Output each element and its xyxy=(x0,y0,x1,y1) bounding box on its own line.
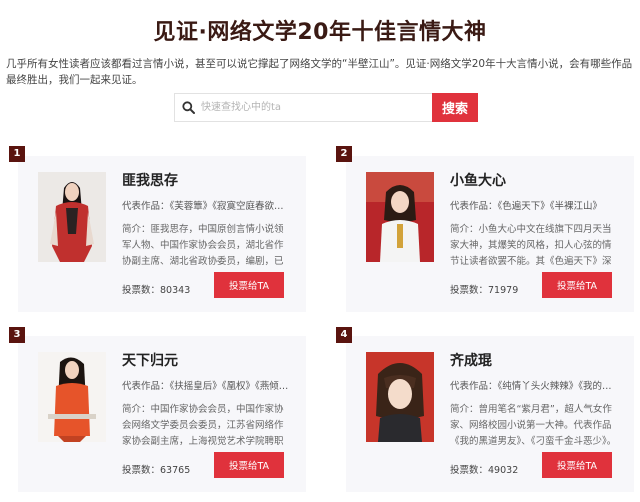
search-button[interactable]: 搜索 xyxy=(432,93,478,122)
author-works: 代表作品：《纯情丫头火辣辣》《我的黑道男友》 xyxy=(450,381,620,392)
rank-badge: 3 xyxy=(9,327,25,343)
author-card: 小鱼大心 代表作品：《色遍天下》《半裸江山》 简介：小鱼大心中文在线旗下四月天当… xyxy=(346,156,634,312)
search-bar: 搜索 xyxy=(174,93,478,122)
vote-button[interactable]: 投票给TA xyxy=(542,272,612,298)
avatar xyxy=(38,352,106,442)
page-intro: 几乎所有女性读者应该都看过言情小说，甚至可以说它撑起了网络文学的“半壁江山”。见… xyxy=(6,58,633,86)
author-bio: 简介：中国作家协会会员，中国作家协会网络文学委员会委员，江苏省网络作家协会副主席… xyxy=(122,404,284,447)
rank-badge: 2 xyxy=(336,146,352,162)
search-input[interactable] xyxy=(201,94,427,121)
vote-count-value: 80343 xyxy=(160,285,191,296)
vote-count-value: 63765 xyxy=(160,465,191,476)
avatar xyxy=(38,172,106,262)
vote-count: 投票数：80343 xyxy=(122,282,190,296)
vote-button[interactable]: 投票给TA xyxy=(214,452,284,478)
rank-badge: 1 xyxy=(9,146,25,162)
author-name: 齐成琨 xyxy=(450,353,492,369)
author-name: 匪我思存 xyxy=(122,173,178,189)
author-card: 天下归元 代表作品：《扶摇皇后》《凰权》《燕倾天下》 简介：中国作家协会会员，中… xyxy=(18,336,306,492)
page-title: 见证·网络文学20年十佳言情大神 xyxy=(153,20,487,45)
author-works: 代表作品：《色遍天下》《半裸江山》 xyxy=(450,201,603,212)
vote-button[interactable]: 投票给TA xyxy=(542,452,612,478)
vote-count-label: 投票数： xyxy=(122,285,161,296)
vote-count-value: 49032 xyxy=(488,465,519,476)
search-box xyxy=(174,93,432,122)
vote-count-label: 投票数： xyxy=(450,465,489,476)
vote-count: 投票数：63765 xyxy=(122,462,190,476)
author-bio: 简介：匪我思存，中国原创言情小说领军人物、中国作家协会会员，湖北省作协副主席、湖… xyxy=(122,224,284,267)
vote-count-value: 71979 xyxy=(488,285,519,296)
author-works: 代表作品：《芙蓉簟》《寂寞空庭春欲晚》 xyxy=(122,201,292,212)
author-bio: 简介：曾用笔名“紫月君”，超人气女作家、网络校园小说第一大神。代表作品《我的黑道… xyxy=(450,404,617,447)
vote-count-label: 投票数： xyxy=(122,465,161,476)
author-card: 齐成琨 代表作品：《纯情丫头火辣辣》《我的黑道男友》 简介：曾用笔名“紫月君”，… xyxy=(346,336,634,492)
vote-button[interactable]: 投票给TA xyxy=(214,272,284,298)
author-name: 天下归元 xyxy=(122,353,178,369)
rank-badge: 4 xyxy=(336,327,352,343)
author-card: 匪我思存 代表作品：《芙蓉簟》《寂寞空庭春欲晚》 简介：匪我思存，中国原创言情小… xyxy=(18,156,306,312)
search-icon xyxy=(175,93,201,122)
avatar xyxy=(366,352,434,442)
vote-count: 投票数：71979 xyxy=(450,282,518,296)
author-name: 小鱼大心 xyxy=(450,173,506,189)
vote-count-label: 投票数： xyxy=(450,285,489,296)
author-works: 代表作品：《扶摇皇后》《凰权》《燕倾天下》 xyxy=(122,381,292,392)
avatar xyxy=(366,172,434,262)
author-bio: 简介：小鱼大心中文在线旗下四月天当家大神，其爆笑的风格，扣人心弦的情节让读者欲罢… xyxy=(450,224,612,267)
vote-count: 投票数：49032 xyxy=(450,462,518,476)
